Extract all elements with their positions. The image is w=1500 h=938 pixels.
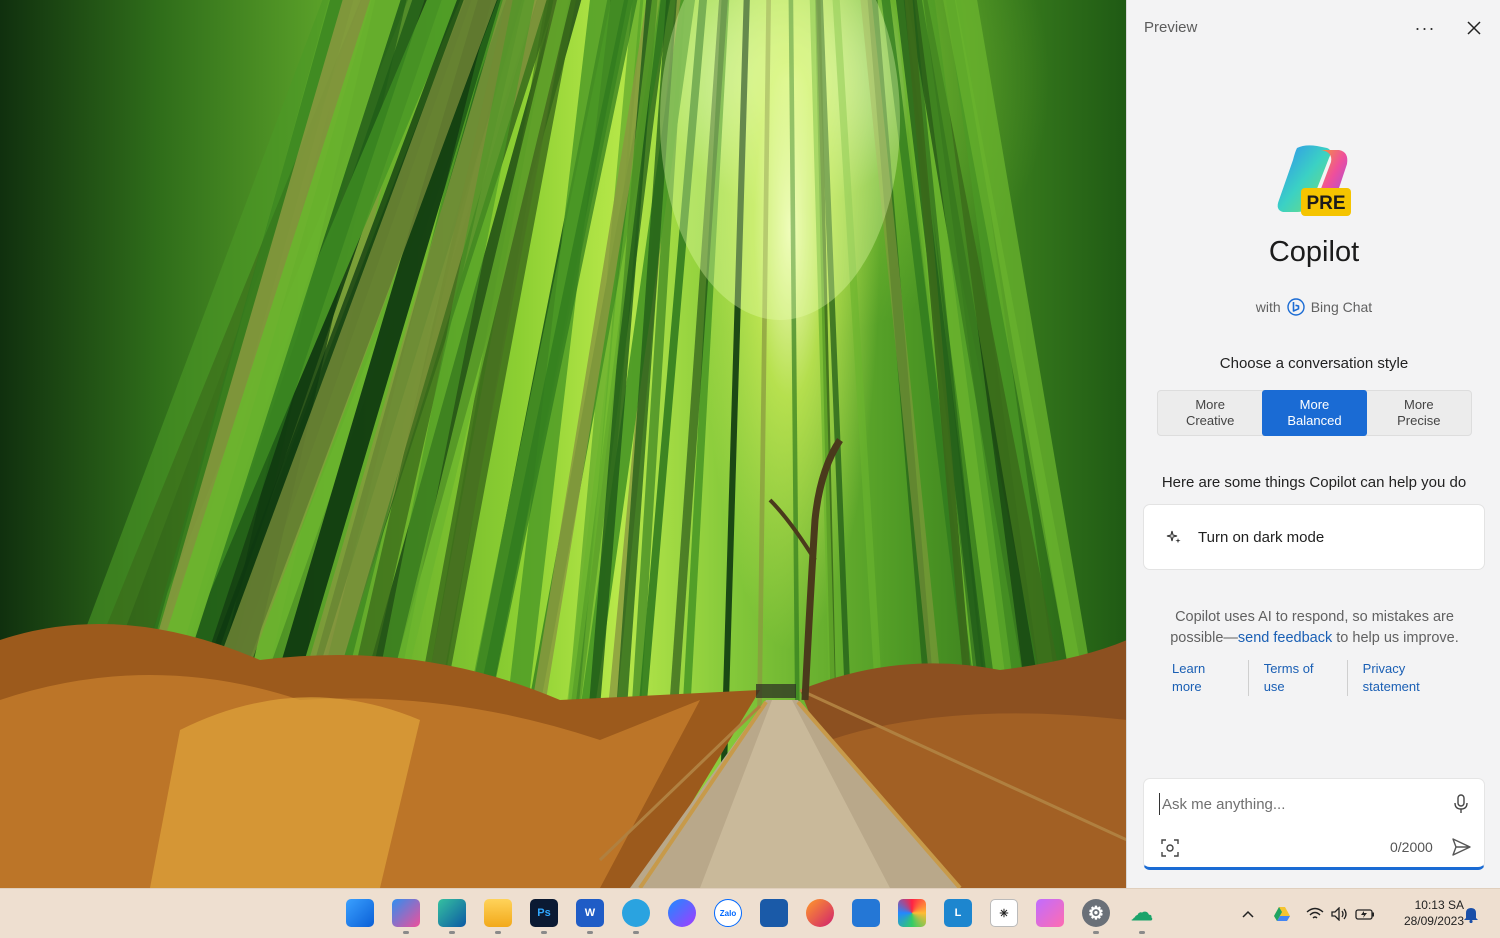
photos-icon[interactable] [898, 899, 926, 927]
more-options-button[interactable]: ··· [1411, 14, 1439, 42]
word-icon[interactable]: W [576, 899, 604, 927]
settings-icon[interactable]: ⚙ [1082, 899, 1110, 927]
copilot-logo: PRE [1273, 144, 1353, 218]
copilot-icon[interactable] [392, 899, 420, 927]
running-indicator [587, 931, 593, 934]
privacy-statement-link[interactable]: Privacy statement [1346, 660, 1472, 696]
firefox-icon[interactable] [806, 899, 834, 927]
taskbar: Ps W Zalo L ✳ ⚙ ☁ 10:13 SA 28/09/2023 [0, 888, 1500, 938]
sparkle-icon [1166, 530, 1181, 544]
running-indicator [1093, 931, 1099, 934]
style-precise-line2: Precise [1397, 413, 1441, 428]
style-creative-line1: More [1195, 397, 1225, 412]
with-label: with [1255, 299, 1281, 315]
telegram-icon[interactable] [622, 899, 650, 927]
clock-date: 28/09/2023 [1403, 914, 1464, 928]
chat-composer: 0/2000 [1143, 778, 1485, 870]
running-indicator [633, 931, 639, 934]
wifi-icon[interactable] [1305, 904, 1325, 924]
screenshot-icon[interactable] [1159, 837, 1181, 859]
running-indicator [1139, 931, 1145, 934]
pane-title: Preview [1144, 19, 1198, 36]
learn-more-link[interactable]: Learn more [1157, 660, 1248, 696]
close-button[interactable] [1460, 14, 1488, 42]
character-count: 0/2000 [1390, 839, 1433, 855]
microphone-icon[interactable] [1450, 793, 1472, 815]
disclaimer-text-end: to help us improve. [1332, 630, 1459, 646]
copilot-logo-icon: PRE [1277, 145, 1351, 216]
running-indicator [541, 931, 547, 934]
style-balanced-line1: More [1299, 397, 1330, 412]
bamboo-forest-image [0, 0, 1127, 888]
microsoft-store-icon[interactable] [760, 899, 788, 927]
start-icon[interactable] [346, 899, 374, 927]
logo-badge: PRE [1306, 193, 1345, 214]
terms-of-use-link[interactable]: Terms of use [1247, 660, 1347, 696]
bing-icon [1287, 298, 1305, 316]
bing-chat-label: Bing Chat [1310, 299, 1373, 315]
suggestion-card[interactable]: Turn on dark mode [1143, 504, 1485, 570]
photoshop-icon[interactable]: Ps [530, 899, 558, 927]
style-balanced-button[interactable]: More Balanced [1262, 390, 1367, 436]
google-drive-icon[interactable] [1272, 904, 1292, 924]
notification-bell-icon[interactable] [1461, 904, 1481, 924]
help-heading: Here are some things Copilot can help yo… [1161, 474, 1467, 491]
legal-links: Learn more Terms of use Privacy statemen… [1157, 660, 1472, 696]
cloud-upload-icon[interactable]: ☁ [1128, 899, 1156, 927]
copilot-pane: Preview ··· PRE Copilot with Bing Chat C… [1126, 0, 1500, 888]
conversation-style-selector: More Creative More Balanced More Precise [1157, 390, 1472, 436]
messenger-icon[interactable] [668, 899, 696, 927]
running-indicator [495, 931, 501, 934]
running-indicator [449, 931, 455, 934]
style-precise-button[interactable]: More Precise [1367, 391, 1471, 435]
bing-chat-line: with Bing Chat [1127, 298, 1500, 316]
mail-icon[interactable] [852, 899, 880, 927]
desktop-wallpaper [0, 0, 1127, 888]
brand-title: Copilot [1268, 236, 1360, 268]
zalo-icon[interactable]: Zalo [714, 899, 742, 927]
style-creative-line2: Creative [1185, 413, 1235, 428]
ask-input[interactable] [1159, 793, 1439, 815]
clock[interactable]: 10:13 SA 28/09/2023 [1384, 897, 1464, 929]
chatgpt-icon[interactable]: ✳ [990, 899, 1018, 927]
conversation-style-heading: Choose a conversation style [1219, 355, 1409, 372]
l-app-icon[interactable]: L [944, 899, 972, 927]
style-creative-button[interactable]: More Creative [1158, 391, 1262, 435]
battery-icon[interactable] [1355, 904, 1375, 924]
file-explorer-icon[interactable] [484, 899, 512, 927]
paint-icon[interactable] [1036, 899, 1064, 927]
send-feedback-link[interactable]: send feedback [1238, 630, 1332, 646]
send-icon[interactable] [1450, 836, 1472, 858]
running-indicator [403, 931, 409, 934]
suggestion-text: Turn on dark mode [1198, 528, 1325, 546]
chevron-up-icon[interactable] [1238, 904, 1258, 924]
style-balanced-line2: Balanced [1287, 413, 1342, 428]
edge-icon[interactable] [438, 899, 466, 927]
close-icon [1467, 21, 1481, 35]
volume-icon[interactable] [1329, 904, 1349, 924]
clock-time: 10:13 SA [1414, 898, 1464, 912]
ai-disclaimer: Copilot uses AI to respond, so mistakes … [1157, 607, 1472, 649]
style-precise-line1: More [1404, 397, 1434, 412]
